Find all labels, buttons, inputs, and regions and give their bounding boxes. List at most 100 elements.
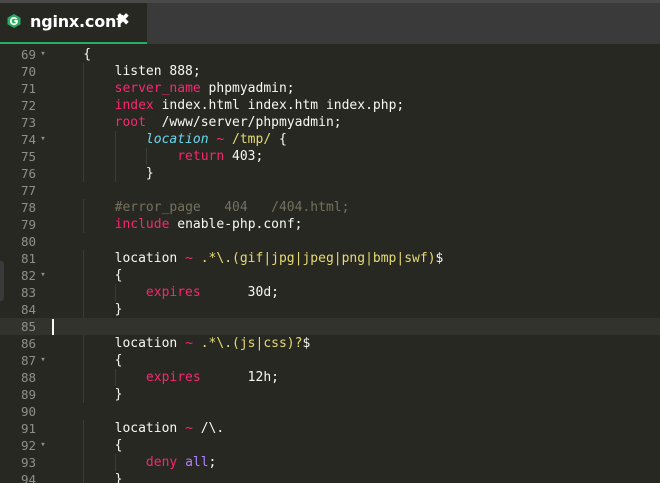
code-token: all [185,455,209,470]
code-token: { [52,438,123,453]
line-number: 80 [20,234,36,249]
line-number: 69 [20,47,36,62]
code-line[interactable]: 82 ▾ { [0,267,660,284]
side-panel-handle[interactable] [0,261,4,301]
close-icon[interactable]: ✖ [114,11,132,29]
fold-arrow-icon[interactable]: ▾ [38,46,48,63]
line-number: 87 [20,353,36,368]
code-text: { [52,437,123,454]
code-line[interactable]: 73 root /www/server/phpmyadmin; [0,114,660,131]
code-line[interactable]: 74 ▾ location ~ /tmp/ { [0,131,660,148]
code-text: include enable-php.conf; [52,216,303,233]
code-line[interactable]: 88 expires 12h; [0,369,660,386]
code-lines[interactable]: 69 ▾ {70 listen 888; 71 server_name phpmya… [0,46,660,483]
line-number: 75 [20,149,36,164]
code-token: { [52,353,123,368]
code-text: } [52,301,123,318]
code-token: ~ [185,336,193,351]
code-token: expires [145,285,201,300]
nginx-g-icon [7,14,21,28]
code-token: { [52,47,92,62]
code-line[interactable]: 89 } [0,386,660,403]
line-number: 89 [20,387,36,402]
code-text: root /www/server/phpmyadmin; [52,114,342,131]
code-line[interactable]: 77 [0,182,660,199]
line-number: 82 [20,268,36,283]
code-line[interactable]: 69 ▾ { [0,46,660,63]
tab-nginx-conf[interactable]: nginx.conf ✖ [0,3,147,44]
code-line[interactable]: 90 [0,403,660,420]
code-token: ; [208,455,217,470]
code-line[interactable]: 71 server_name phpmyadmin; [0,80,660,97]
code-text: expires 30d; [52,284,279,301]
code-text: location ~ /tmp/ { [52,131,287,148]
code-token: /www/server/phpmyadmin; [145,115,342,130]
code-text: } [52,386,123,403]
code-text: #error_page 404 /404.html; [52,199,350,216]
code-text: expires 12h; [52,369,279,386]
code-line[interactable]: 76 } [0,165,660,182]
line-number: 88 [20,370,36,385]
code-line[interactable]: 81 location ~ .*\.(gif|jpg|jpeg|png|bmp|… [0,250,660,267]
code-token: /\. [192,421,225,436]
code-token: #error_page 404 /404.html; [114,200,350,215]
code-line[interactable]: 93 deny all; [0,454,660,471]
code-token: server_name [114,81,201,96]
code-line[interactable]: 87 ▾ { [0,352,660,369]
code-token: $ [302,336,311,351]
fold-arrow-icon[interactable]: ▾ [38,267,48,284]
code-token: index [114,98,154,113]
code-token: enable-php.conf; [169,217,303,232]
code-line[interactable]: 75 return 403; [0,148,660,165]
code-line[interactable]: 79 include enable-php.conf; [0,216,660,233]
code-editor[interactable]: 69 ▾ {70 listen 888; 71 server_name phpmya… [0,44,660,483]
code-line[interactable]: 94 } [0,471,660,483]
line-number: 72 [20,98,36,113]
code-line[interactable]: 80 [0,233,660,250]
code-text: location ~ .*\.(js|css)?$ [52,335,311,352]
code-token: ~ [185,251,193,266]
code-token: include [114,217,170,232]
code-line[interactable]: 83 expires 30d; [0,284,660,301]
code-text: location ~ .*\.(gif|jpg|jpeg|png|bmp|swf… [52,250,444,267]
code-token: 12h; [200,370,279,385]
code-token: location [52,421,186,436]
code-text: } [52,165,154,182]
code-line[interactable]: 84 } [0,301,660,318]
fold-arrow-icon[interactable]: ▾ [38,352,48,369]
code-line[interactable]: 72 index index.html index.htm index.php; [0,97,660,114]
code-text: } [52,471,123,483]
line-number: 70 [20,64,36,79]
code-line[interactable]: 92 ▾ { [0,437,660,454]
code-text: index index.html index.htm index.php; [52,97,405,114]
code-token: location [52,336,186,351]
code-token: location [145,132,209,147]
fold-arrow-icon[interactable]: ▾ [38,437,48,454]
code-token: { [52,268,123,283]
line-number: 94 [20,472,36,483]
line-number: 74 [20,132,36,147]
line-number: 81 [20,251,36,266]
fold-arrow-icon[interactable]: ▾ [38,131,48,148]
code-line[interactable]: 70 listen 888; [0,63,660,80]
code-line[interactable]: 78 #error_page 404 /404.html; [0,199,660,216]
code-token: expires [145,370,201,385]
code-token: } [52,387,123,402]
code-token: return [177,149,225,164]
code-line[interactable]: 86 location ~ .*\.(js|css)?$ [0,335,660,352]
code-text: { [52,352,123,369]
line-number: 79 [20,217,36,232]
code-line[interactable]: 85 [0,318,660,335]
code-text: return 403; [52,148,263,165]
code-line[interactable]: 91 location ~ /\. [0,420,660,437]
code-text: location ~ /\. [52,420,225,437]
